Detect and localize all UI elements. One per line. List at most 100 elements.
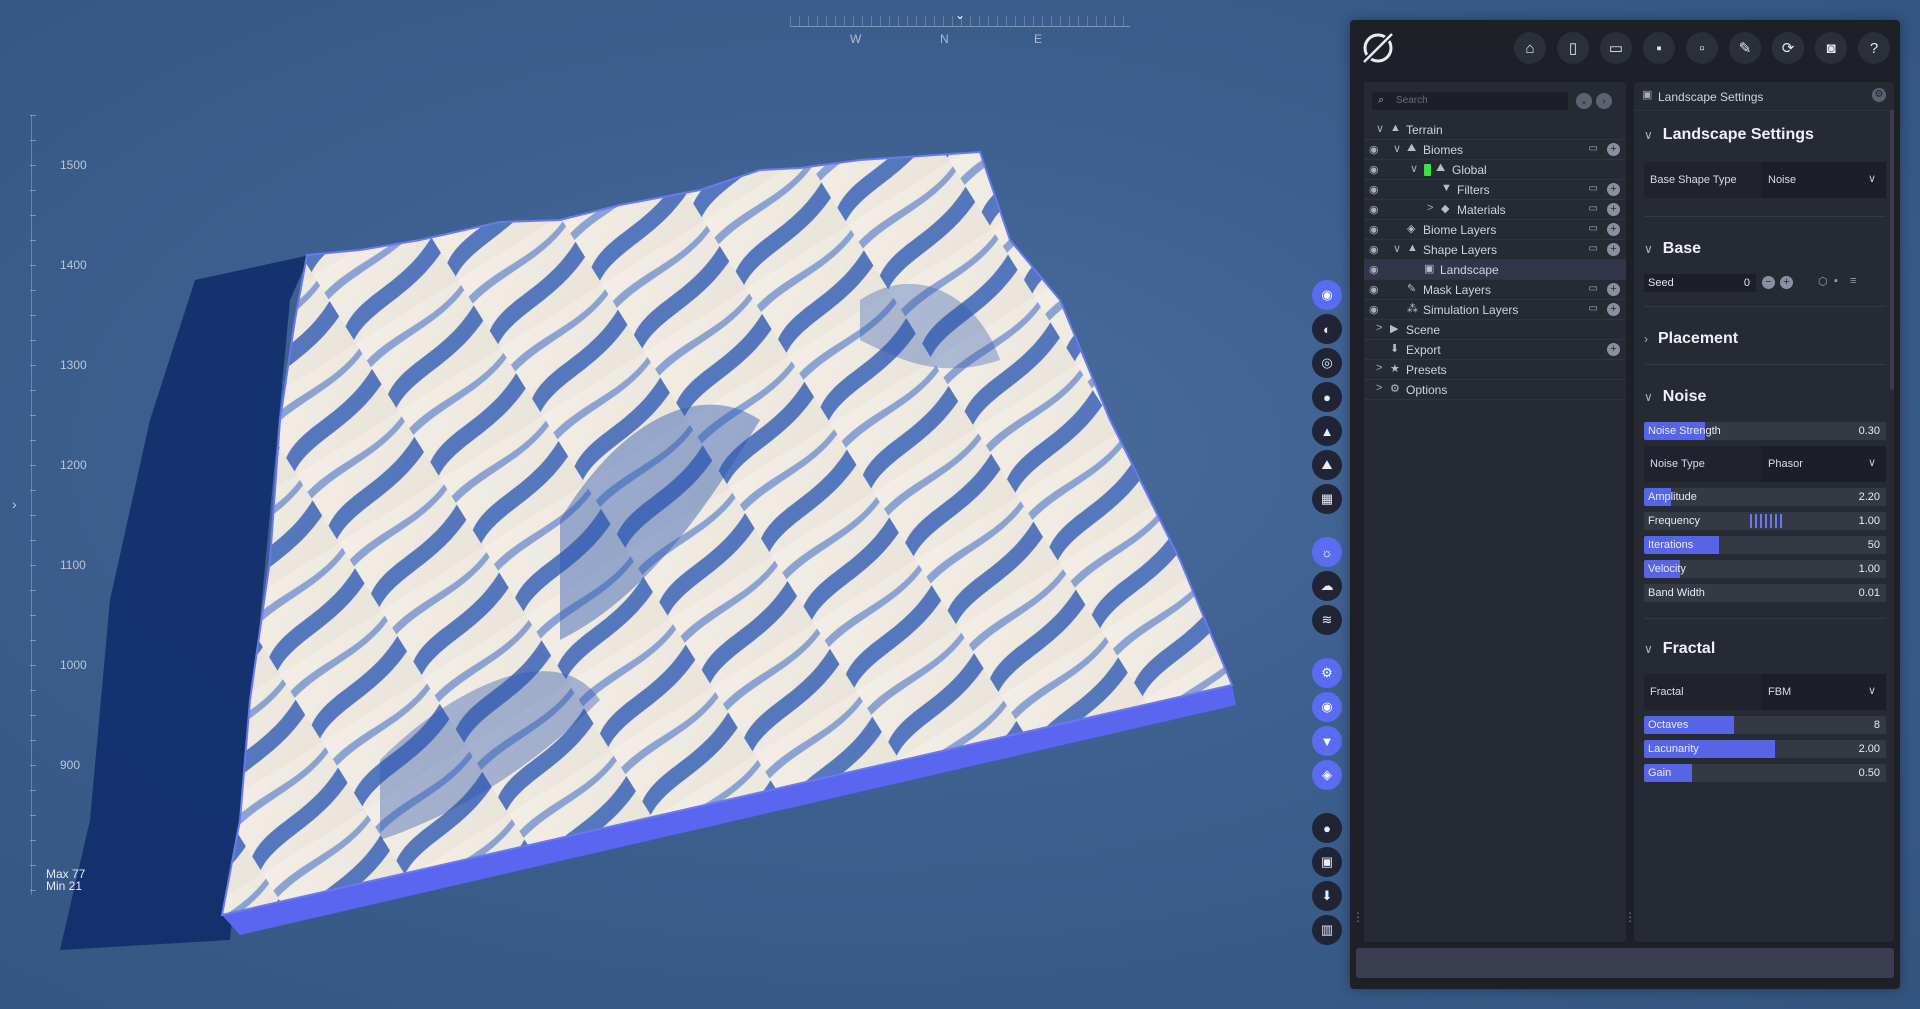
add-layer-icon[interactable]: +: [1607, 243, 1620, 256]
biome-color-swatch[interactable]: [1424, 164, 1431, 176]
expand-chevron-icon[interactable]: >: [1376, 382, 1382, 394]
gain-slider[interactable]: Gain 0.50: [1644, 764, 1886, 782]
add-layer-icon[interactable]: +: [1607, 343, 1620, 356]
expand-chevron-icon[interactable]: >: [1376, 322, 1382, 334]
erosion-icon[interactable]: ⛰: [1312, 450, 1342, 480]
save-icon[interactable]: ▪: [1643, 32, 1675, 64]
expand-chevron-icon[interactable]: ∨: [1376, 122, 1384, 135]
mountain-icon[interactable]: ▲: [1312, 416, 1342, 446]
frequency-slider[interactable]: Frequency 1.00: [1644, 512, 1886, 530]
settings-icon[interactable]: ⚙: [1312, 658, 1342, 688]
download-icon[interactable]: ⬇: [1312, 881, 1342, 911]
section-noise[interactable]: ∨ Noise: [1644, 388, 1706, 406]
fog-icon[interactable]: ≋: [1312, 605, 1342, 635]
visibility-eye-icon[interactable]: ◉: [1369, 163, 1379, 176]
add-layer-icon[interactable]: +: [1607, 203, 1620, 216]
tree-row-terrain[interactable]: ∨ ▲ Terrain: [1364, 120, 1626, 140]
seed-field[interactable]: Seed 0: [1644, 274, 1756, 292]
tree-row-options[interactable]: > ⚙ Options: [1364, 380, 1626, 400]
sun-icon[interactable]: ☼: [1312, 537, 1342, 567]
new-file-icon[interactable]: ▯: [1557, 32, 1589, 64]
folder-icon[interactable]: ▭: [1589, 203, 1598, 214]
grid-icon[interactable]: ▦: [1312, 484, 1342, 514]
lacunarity-slider[interactable]: Lacunarity 2.00: [1644, 740, 1886, 758]
eye-icon[interactable]: ◉: [1312, 692, 1342, 722]
tree-row-shape-layers[interactable]: ◉ ∨ ▲ Shape Layers ▭ +: [1364, 240, 1626, 260]
export-file-icon[interactable]: ✎: [1729, 32, 1761, 64]
properties-settings-icon[interactable]: ⚙: [1872, 88, 1886, 102]
expand-chevron-icon[interactable]: ∨: [1393, 142, 1401, 155]
compass[interactable]: ⌄ W N E: [790, 8, 1130, 48]
expand-chevron-icon[interactable]: >: [1376, 362, 1382, 374]
section-fractal[interactable]: ∨ Fractal: [1644, 640, 1715, 658]
noise-strength-slider[interactable]: Noise Strength 0.30: [1644, 422, 1886, 440]
visibility-eye-icon[interactable]: ◉: [1369, 263, 1379, 276]
folder-icon[interactable]: ▭: [1589, 283, 1598, 294]
add-layer-icon[interactable]: +: [1607, 183, 1620, 196]
visibility-eye-icon[interactable]: ◉: [1369, 283, 1379, 296]
base-shape-type-dropdown[interactable]: Base Shape Type Noise ∨: [1644, 162, 1886, 198]
terrain-viewport[interactable]: ⌄ W N E 1500 1400 1300 1200 1100 1000 900 Max …: [0, 0, 1350, 1009]
record-icon[interactable]: ●: [1312, 813, 1342, 843]
add-layer-icon[interactable]: +: [1607, 223, 1620, 236]
camera-icon[interactable]: ◙: [1815, 32, 1847, 64]
save-as-icon[interactable]: ▫: [1686, 32, 1718, 64]
tree-row-landscape[interactable]: ◉ ▣ Landscape: [1364, 260, 1626, 280]
water-drop-icon[interactable]: ●: [1312, 382, 1342, 412]
folder-icon[interactable]: ▭: [1589, 243, 1598, 254]
terrain-mode-icon[interactable]: ◉: [1312, 280, 1342, 310]
visibility-eye-icon[interactable]: ◉: [1369, 203, 1379, 216]
collapse-all-button[interactable]: ⌄: [1576, 93, 1592, 109]
expand-chevron-icon[interactable]: ∨: [1410, 162, 1418, 175]
expand-left-chevron-icon[interactable]: ›: [12, 496, 17, 512]
visibility-eye-icon[interactable]: ◉: [1369, 303, 1379, 316]
filter-icon[interactable]: ▼: [1312, 726, 1342, 756]
globe-icon[interactable]: ◐: [1312, 314, 1342, 344]
help-icon[interactable]: ?: [1858, 32, 1890, 64]
expand-all-button[interactable]: ›: [1596, 93, 1612, 109]
layers-icon[interactable]: ◈: [1312, 760, 1342, 790]
visibility-eye-icon[interactable]: ◉: [1369, 243, 1379, 256]
tree-search[interactable]: ⌕ Search: [1372, 92, 1568, 110]
clouds-icon[interactable]: ☁: [1312, 571, 1342, 601]
tree-row-materials[interactable]: ◉ > ◆ Materials ▭ +: [1364, 200, 1626, 220]
image-icon[interactable]: ▣: [1312, 847, 1342, 877]
randomize-seed-icon[interactable]: ⬡: [1818, 275, 1828, 288]
left-drag-handle-icon[interactable]: ⋮: [1352, 910, 1364, 924]
biome-icon[interactable]: ◎: [1312, 348, 1342, 378]
octaves-slider[interactable]: Octaves 8: [1644, 716, 1886, 734]
amplitude-slider[interactable]: Amplitude 2.20: [1644, 488, 1886, 506]
properties-scrollbar[interactable]: [1890, 110, 1894, 390]
tree-row-presets[interactable]: > ★ Presets: [1364, 360, 1626, 380]
folder-icon[interactable]: ▭: [1589, 143, 1598, 154]
folder-icon[interactable]: ▭: [1589, 183, 1598, 194]
band-width-slider[interactable]: Band Width 0.01: [1644, 584, 1886, 602]
folder-icon[interactable]: ▭: [1589, 223, 1598, 234]
expand-chevron-icon[interactable]: ∨: [1393, 242, 1401, 255]
seed-decrement-button[interactable]: −: [1762, 276, 1775, 289]
tree-row-mask-layers[interactable]: ◉ ✎ Mask Layers ▭ +: [1364, 280, 1626, 300]
noise-type-dropdown[interactable]: Noise Type Phasor ∨: [1644, 446, 1886, 482]
add-layer-icon[interactable]: +: [1607, 303, 1620, 316]
section-placement[interactable]: › Placement: [1644, 330, 1738, 348]
tree-row-filters[interactable]: ◉ ▼ Filters ▭ +: [1364, 180, 1626, 200]
save-seed-icon[interactable]: ▪: [1834, 275, 1838, 287]
seed-list-icon[interactable]: ≡: [1850, 275, 1856, 287]
add-layer-icon[interactable]: +: [1607, 283, 1620, 296]
tree-row-biome-layers[interactable]: ◉ ◈ Biome Layers ▭ +: [1364, 220, 1626, 240]
iterations-slider[interactable]: Iterations 50: [1644, 536, 1886, 554]
stats-icon[interactable]: ▥: [1312, 915, 1342, 945]
add-layer-icon[interactable]: +: [1607, 143, 1620, 156]
seed-increment-button[interactable]: +: [1780, 276, 1793, 289]
visibility-eye-icon[interactable]: ◉: [1369, 223, 1379, 236]
section-landscape-settings[interactable]: ∨ Landscape Settings: [1644, 126, 1814, 144]
tree-row-biomes[interactable]: ◉ ∨ ⛰ Biomes ▭ +: [1364, 140, 1626, 160]
refresh-icon[interactable]: ⟳: [1772, 32, 1804, 64]
app-logo-icon[interactable]: [1360, 30, 1396, 66]
terrain-render[interactable]: [0, 0, 1350, 1009]
home-icon[interactable]: ⌂: [1514, 32, 1546, 64]
tree-row-scene[interactable]: > ▶ Scene: [1364, 320, 1626, 340]
tree-row-global[interactable]: ◉ ∨ ⛰ Global: [1364, 160, 1626, 180]
open-folder-icon[interactable]: ▭: [1600, 32, 1632, 64]
tree-row-export[interactable]: ⬇ Export +: [1364, 340, 1626, 360]
